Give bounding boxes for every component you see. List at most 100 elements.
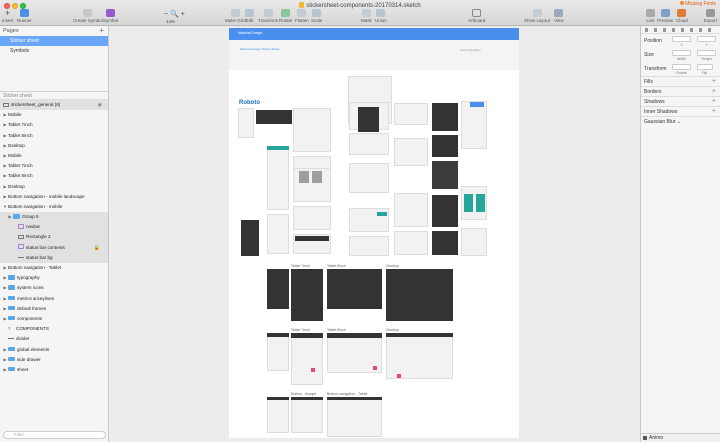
layer-item[interactable]: Rectangle 2 bbox=[0, 232, 108, 243]
scale-icon bbox=[312, 9, 322, 17]
flatten-icon bbox=[297, 9, 307, 17]
layers-header: Sticker sheet bbox=[0, 92, 108, 100]
borders-section[interactable]: Borders + bbox=[641, 86, 720, 96]
add-page-icon[interactable]: + bbox=[99, 26, 104, 35]
x-input[interactable] bbox=[672, 36, 691, 42]
lock-icon[interactable]: 🔒 bbox=[94, 243, 100, 253]
layer-item[interactable]: navbar bbox=[0, 222, 108, 233]
layer-item[interactable]: ▶ default frames bbox=[0, 304, 108, 314]
y-input[interactable] bbox=[697, 36, 716, 42]
runner-icon bbox=[19, 9, 29, 17]
mask-button[interactable]: Mask bbox=[361, 9, 372, 23]
layer-item[interactable]: ▶ metrics & keylines bbox=[0, 294, 108, 304]
view-button[interactable]: View bbox=[554, 9, 564, 23]
preview-button[interactable]: Preview bbox=[657, 9, 673, 23]
align-bottom-icon[interactable] bbox=[690, 28, 693, 32]
layers-panel: Pages + Sticker sheet Symbols Sticker sh… bbox=[0, 26, 109, 442]
gaussian-blur-section[interactable]: Gaussian Blur ⌄ bbox=[641, 116, 720, 126]
layer-item[interactable]: ▶ sheet bbox=[0, 365, 108, 375]
layer-item[interactable]: ▶ Group 5 bbox=[0, 212, 108, 223]
layer-item[interactable]: ▼Bottom navigation - mobile bbox=[0, 202, 108, 212]
fab-pink-3 bbox=[397, 374, 401, 378]
align-top-icon[interactable] bbox=[672, 28, 675, 32]
mask-icon bbox=[361, 9, 371, 17]
inner-shadows-section[interactable]: Inner Shadows + bbox=[641, 106, 720, 116]
layer-item[interactable]: ▶Mobile bbox=[0, 151, 108, 161]
layer-item[interactable]: status bar contents 🔒 bbox=[0, 242, 108, 253]
create-symbol-button[interactable]: Create Symbol bbox=[73, 9, 103, 23]
fab-pink-1 bbox=[311, 368, 315, 372]
align-right-icon[interactable] bbox=[663, 28, 666, 32]
sticker-sheet-artboard[interactable]: Material Design Material Design Sticker … bbox=[229, 28, 519, 438]
panel-divider[interactable] bbox=[0, 56, 108, 92]
flatten-button[interactable]: Flatten bbox=[295, 9, 309, 23]
layer-item[interactable]: ▶Tablet 8inch bbox=[0, 131, 108, 141]
layer-item[interactable]: ▶ system icons bbox=[0, 283, 108, 293]
align-left-icon[interactable] bbox=[645, 28, 648, 32]
line-icon bbox=[8, 338, 14, 340]
artboard-button[interactable]: Artboard bbox=[468, 9, 485, 23]
symbol-button[interactable]: Symbol bbox=[103, 9, 118, 23]
label-bottom-tablet: Bottom navigation - Tablet bbox=[327, 392, 368, 396]
align-center-icon[interactable] bbox=[654, 28, 657, 32]
show-layout-button[interactable]: Show Layout bbox=[524, 9, 550, 23]
layer-item[interactable]: status bar bg bbox=[0, 252, 108, 263]
layer-item[interactable]: ▶Tablet 7inch bbox=[0, 161, 108, 171]
fills-section[interactable]: Fills + bbox=[641, 76, 720, 86]
layer-item[interactable]: ▶Tablet 7inch bbox=[0, 120, 108, 130]
fab-pink-2 bbox=[373, 366, 377, 370]
union-button[interactable]: Union bbox=[375, 9, 387, 23]
height-input[interactable] bbox=[697, 50, 716, 56]
layer-item[interactable]: divider bbox=[0, 334, 108, 344]
tables-component bbox=[349, 236, 389, 256]
missing-fonts-button[interactable]: Missing Fonts bbox=[680, 1, 716, 7]
tablet-8inch-dark-frame bbox=[327, 269, 382, 309]
artboard-url: www.material.io bbox=[460, 48, 482, 52]
chips-component bbox=[293, 206, 331, 230]
page-item-symbols[interactable]: Symbols bbox=[0, 46, 108, 56]
scale-button[interactable]: Scale bbox=[311, 9, 322, 23]
shadows-section[interactable]: Shadows + bbox=[641, 96, 720, 106]
layer-item[interactable]: ▶Bottom navigation - mobile landscape bbox=[0, 192, 108, 202]
insert-button[interactable]: + Insert bbox=[2, 9, 13, 24]
runner-button[interactable]: Runner bbox=[17, 9, 32, 23]
zoom-control[interactable]: − 🔍 + bbox=[164, 10, 185, 18]
distribute-v-icon[interactable] bbox=[708, 28, 711, 32]
transform-button[interactable]: Transform bbox=[258, 9, 278, 23]
layer-item[interactable]: ▶Bottom navigation - Tablet bbox=[0, 263, 108, 273]
cloud-button[interactable]: Cloud bbox=[676, 9, 688, 23]
layer-item[interactable]: T COMPONENTS bbox=[0, 324, 108, 334]
flip-buttons[interactable] bbox=[697, 64, 713, 70]
layer-item[interactable]: ▶ global elements bbox=[0, 345, 108, 355]
make-grid-button[interactable]: Make Grid bbox=[225, 9, 246, 23]
page-item-sticker-sheet[interactable]: Sticker sheet bbox=[0, 36, 108, 46]
link-button[interactable]: Link bbox=[646, 9, 655, 23]
rotate-button[interactable]: Rotate bbox=[279, 9, 292, 23]
chevron-down-icon[interactable]: ⌄ bbox=[677, 119, 681, 125]
layer-item[interactable]: ▶ typography bbox=[0, 273, 108, 283]
align-middle-icon[interactable] bbox=[681, 28, 684, 32]
layer-item[interactable]: ▶ side drawer bbox=[0, 355, 108, 365]
label-tablet-7inch-2: Tablet 7inch bbox=[291, 328, 310, 332]
layout-icon bbox=[532, 9, 542, 17]
layer-item[interactable]: ▶Desktop bbox=[0, 141, 108, 151]
layer-item[interactable]: ▶Tablet 8inch bbox=[0, 171, 108, 181]
canvas[interactable]: Material Design Material Design Sticker … bbox=[109, 26, 640, 442]
animo-bar[interactable]: Animo bbox=[641, 433, 720, 442]
export-button[interactable]: Export bbox=[704, 9, 717, 23]
layer-item[interactable]: ▶Mobile bbox=[0, 110, 108, 120]
layer-label: Bottom navigation - mobile bbox=[8, 203, 63, 209]
edit-button[interactable]: Edit bbox=[245, 9, 254, 23]
label-desktop-2: Desktop bbox=[386, 328, 399, 332]
rotate-input[interactable] bbox=[672, 64, 691, 70]
eye-icon[interactable]: ◉ bbox=[98, 100, 102, 110]
layer-item[interactable]: ▶Desktop bbox=[0, 182, 108, 192]
distribute-h-icon[interactable] bbox=[699, 28, 702, 32]
layer-item[interactable]: ▶ components bbox=[0, 314, 108, 324]
symbol-icon bbox=[18, 244, 24, 250]
magnifier-icon: 🔍 bbox=[170, 11, 179, 18]
layer-artboard-root[interactable]: stickersheet_general (6) ◉ bbox=[0, 100, 108, 111]
buttons-component bbox=[349, 133, 389, 155]
layer-filter-input[interactable]: Filter bbox=[3, 431, 106, 439]
width-input[interactable] bbox=[672, 50, 691, 56]
